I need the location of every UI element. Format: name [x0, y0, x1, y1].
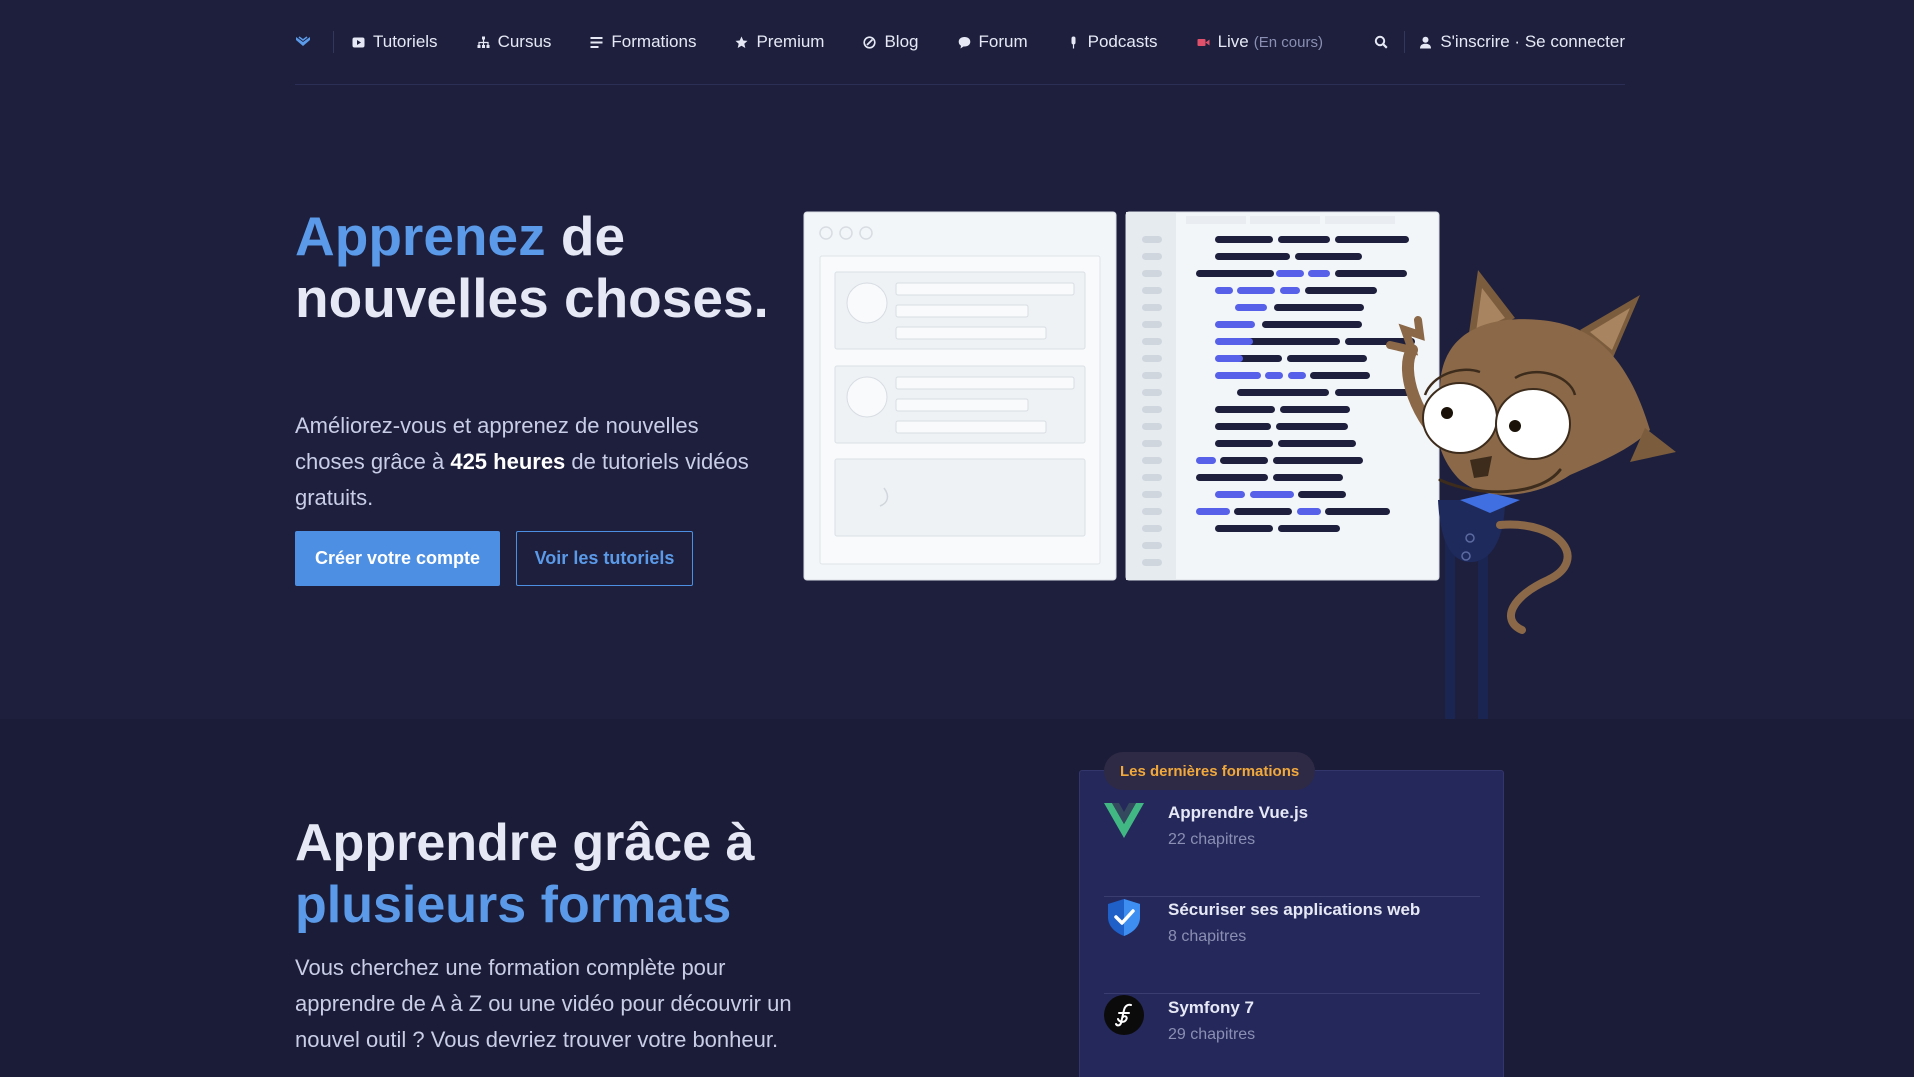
list-icon — [590, 36, 603, 49]
live-status: (En cours) — [1253, 33, 1323, 51]
course-chapters: 8 chapitres — [1168, 928, 1247, 945]
nav-item-podcasts[interactable]: Podcasts — [1067, 32, 1158, 52]
hero-description: Améliorez-vous et apprenez de nouvelles … — [295, 408, 765, 516]
symfony-icon — [1104, 995, 1144, 1035]
nav-label: Podcasts — [1087, 32, 1158, 51]
nav-label: Cursus — [497, 32, 552, 51]
code-editor-mockup — [1125, 211, 1440, 581]
view-tutorials-button[interactable]: Voir les tutoriels — [516, 531, 693, 586]
account-link[interactable]: S'inscrire · Se connecter — [1419, 32, 1625, 52]
pen-icon — [863, 35, 877, 49]
account-label: S'inscrire · Se connecter — [1440, 32, 1625, 51]
course-info: Sécuriser ses applications web 8 chapitr… — [1168, 897, 1420, 946]
nav-item-tutoriels[interactable]: Tutoriels — [352, 32, 438, 52]
latest-courses-badge: Les dernières formations — [1104, 752, 1316, 790]
formats-title: Apprendre grâce à plusieurs formats — [295, 812, 835, 936]
vue-icon — [1104, 803, 1144, 838]
nav-item-blog[interactable]: Blog — [863, 32, 919, 52]
nav-label: Premium — [756, 32, 825, 51]
hero-title-accent: Apprenez — [295, 205, 546, 267]
nav-item-formations[interactable]: Formations — [590, 32, 696, 52]
nav-label: Live — [1217, 32, 1249, 51]
course-info: Apprendre Vue.js 22 chapitres — [1168, 800, 1308, 849]
course-item-symfony[interactable]: Symfony 7 29 chapitres — [1104, 995, 1480, 1077]
course-chapters: 22 chapitres — [1168, 831, 1256, 848]
nav-divider — [1404, 31, 1406, 53]
nav-item-forum[interactable]: Forum — [958, 32, 1028, 52]
play-icon — [352, 36, 365, 49]
course-info: Symfony 7 29 chapitres — [1168, 995, 1255, 1044]
formats-section — [0, 719, 1914, 1077]
search-icon[interactable] — [1374, 35, 1388, 49]
chat-icon — [958, 36, 971, 49]
nav-label: Blog — [884, 32, 919, 51]
hero-illustration — [803, 211, 1676, 720]
nav-item-live[interactable]: Live (En cours) — [1197, 32, 1323, 52]
hero-title: Apprenez de nouvelles choses. — [295, 205, 775, 329]
browser-mockup — [803, 211, 1117, 581]
logo-icon[interactable] — [295, 34, 311, 50]
course-chapters: 29 chapitres — [1168, 1026, 1256, 1043]
nav-label: Tutoriels — [373, 32, 438, 51]
top-navigation: Tutoriels Cursus Formations Premium Blog… — [295, 0, 1625, 85]
mic-icon — [1067, 36, 1080, 49]
user-icon — [1420, 36, 1432, 48]
shield-check-icon — [1108, 899, 1140, 936]
nav-label: Formations — [611, 32, 697, 51]
star-icon — [735, 36, 748, 49]
hero-hours: 425 heures — [450, 449, 566, 474]
video-icon — [1197, 36, 1210, 49]
nav-right: S'inscrire · Se connecter — [1374, 31, 1625, 53]
course-name: Symfony 7 — [1168, 998, 1254, 1017]
nav-label: Forum — [978, 32, 1028, 51]
formats-description: Vous cherchez une formation complète pou… — [295, 955, 792, 1052]
course-item-security[interactable]: Sécuriser ses applications web 8 chapitr… — [1104, 897, 1480, 994]
course-item-vuejs[interactable]: Apprendre Vue.js 22 chapitres — [1104, 800, 1480, 897]
course-name: Sécuriser ses applications web — [1168, 900, 1421, 919]
nav-item-premium[interactable]: Premium — [735, 32, 824, 52]
formats-title-line1: Apprendre grâce à — [295, 814, 755, 872]
nav-item-cursus[interactable]: Cursus — [477, 32, 552, 52]
formats-title-accent: plusieurs formats — [295, 876, 732, 934]
create-account-button[interactable]: Créer votre compte — [295, 531, 500, 586]
nav-divider — [333, 31, 334, 53]
course-name: Apprendre Vue.js — [1168, 803, 1309, 822]
tree-icon — [477, 36, 490, 49]
